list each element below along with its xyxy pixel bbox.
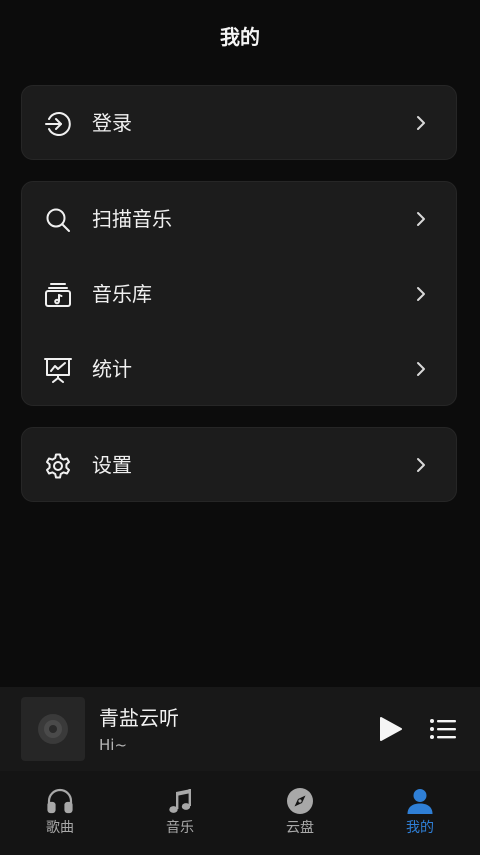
play-button[interactable]: [376, 715, 404, 743]
song-subtitle: Hi~: [99, 736, 128, 754]
tab-songs[interactable]: 歌曲: [0, 771, 120, 855]
tab-label: 音乐: [166, 820, 194, 836]
mini-player[interactable]: 青盐云听 Hi~: [0, 687, 480, 771]
playlist-button[interactable]: [429, 715, 457, 743]
menu-item-scan-music[interactable]: 扫描音乐: [22, 182, 456, 257]
compass-icon: [286, 787, 314, 815]
headphones-icon: [46, 787, 74, 815]
menu-item-label: 登录: [92, 111, 132, 135]
bottom-tab-bar: 歌曲 音乐 云盘 我的: [0, 771, 480, 855]
playlist-icon: [430, 719, 456, 739]
play-icon: [380, 717, 402, 741]
login-card: 登录: [21, 85, 457, 160]
tab-label: 歌曲: [46, 820, 74, 836]
tab-mine[interactable]: 我的: [360, 771, 480, 855]
disc-icon: [38, 714, 68, 744]
menu-item-music-library[interactable]: 音乐库: [22, 257, 456, 332]
tab-cloud-drive[interactable]: 云盘: [240, 771, 360, 855]
menu-item-label: 设置: [92, 453, 132, 477]
menu-item-label: 扫描音乐: [92, 207, 172, 231]
menu-item-settings[interactable]: 设置: [22, 428, 456, 503]
album-cover[interactable]: [21, 697, 85, 761]
statistics-icon: [44, 356, 72, 384]
music-library-icon: [44, 281, 72, 309]
search-icon: [44, 206, 72, 234]
person-icon: [406, 787, 434, 815]
tab-label: 云盘: [286, 820, 314, 836]
menu-item-statistics[interactable]: 统计: [22, 332, 456, 407]
tab-label: 我的: [406, 820, 434, 836]
chevron-right-icon: [412, 360, 430, 378]
menu-item-label: 统计: [92, 357, 132, 381]
page-title: 我的: [220, 25, 260, 49]
settings-card: 设置: [21, 427, 457, 502]
menu-item-login[interactable]: 登录: [22, 86, 456, 161]
login-icon: [44, 110, 72, 138]
song-title: 青盐云听: [99, 706, 179, 730]
tab-music[interactable]: 音乐: [120, 771, 240, 855]
menu-item-label: 音乐库: [92, 282, 152, 306]
chevron-right-icon: [412, 210, 430, 228]
chevron-right-icon: [412, 114, 430, 132]
music-note-icon: [166, 787, 194, 815]
gear-icon: [44, 452, 72, 480]
chevron-right-icon: [412, 285, 430, 303]
library-card: 扫描音乐 音乐库 统计: [21, 181, 457, 406]
chevron-right-icon: [412, 456, 430, 474]
